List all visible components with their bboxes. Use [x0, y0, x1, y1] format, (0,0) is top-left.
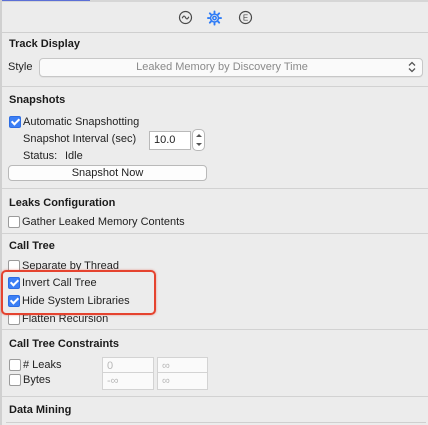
call-tree-constraints-title: Call Tree Constraints [9, 338, 120, 350]
snapshots-section: Snapshots Automatic Snapshotting Snapsho… [2, 87, 428, 189]
call-tree-constraints-section: Call Tree Constraints # Leaks 0 ∞ Bytes … [2, 330, 428, 397]
record-settings-icon[interactable] [178, 10, 193, 25]
annotation-highlight-box [1, 270, 156, 315]
snapshot-interval-value: 10.0 [154, 134, 176, 146]
snapshot-now-button[interactable]: Snapshot Now [8, 165, 207, 181]
bytes-constraint-checkbox[interactable] [9, 374, 21, 386]
automatic-snapshotting-checkbox[interactable] [9, 116, 21, 128]
status-label: Status: [23, 150, 58, 162]
leaks-max-placeholder: ∞ [162, 360, 170, 372]
status-value: Idle [65, 150, 83, 162]
svg-text:E: E [243, 14, 248, 23]
style-select[interactable]: Leaked Memory by Discovery Time [39, 58, 423, 77]
chevron-updown-icon [408, 61, 416, 73]
bytes-min-placeholder: -∞ [107, 375, 119, 387]
stepper-up-icon[interactable] [196, 134, 202, 137]
top-accent-line [0, 0, 90, 1]
leaks-min-placeholder: 0 [107, 360, 114, 372]
automatic-snapshotting-label: Automatic Snapshotting [23, 116, 140, 128]
snapshot-interval-label: Snapshot Interval (sec) [23, 133, 137, 145]
gear-icon[interactable] [207, 10, 222, 25]
leaks-configuration-title: Leaks Configuration [9, 197, 116, 209]
extended-detail-icon[interactable]: E [238, 10, 253, 25]
bytes-max-placeholder: ∞ [162, 375, 170, 387]
leaks-constraint-label: # Leaks [23, 359, 62, 371]
gather-leaked-memory-checkbox[interactable] [8, 216, 20, 228]
snapshot-interval-field[interactable]: 10.0 [149, 131, 191, 150]
data-mining-divider [6, 422, 426, 423]
call-tree-title: Call Tree [9, 240, 55, 252]
bytes-constraint-label: Bytes [23, 374, 51, 386]
snapshots-title: Snapshots [9, 94, 66, 106]
data-mining-title: Data Mining [9, 404, 72, 416]
style-select-value: Leaked Memory by Discovery Time [136, 61, 308, 73]
stepper-down-icon[interactable] [196, 143, 202, 146]
snapshot-interval-stepper[interactable] [192, 129, 205, 151]
inspector-tab-bar: E [0, 6, 428, 30]
bytes-max-field[interactable]: ∞ [157, 372, 208, 390]
data-mining-section: Data Mining [2, 397, 428, 424]
leaks-configuration-section: Leaks Configuration Gather Leaked Memory… [2, 189, 428, 234]
track-display-section: Track Display Style Leaked Memory by Dis… [2, 33, 428, 87]
leaks-constraint-checkbox[interactable] [9, 359, 21, 371]
bytes-min-field[interactable]: -∞ [102, 372, 154, 390]
style-label: Style [8, 61, 33, 73]
gather-leaked-memory-label: Gather Leaked Memory Contents [22, 216, 185, 228]
track-display-title: Track Display [9, 38, 80, 50]
